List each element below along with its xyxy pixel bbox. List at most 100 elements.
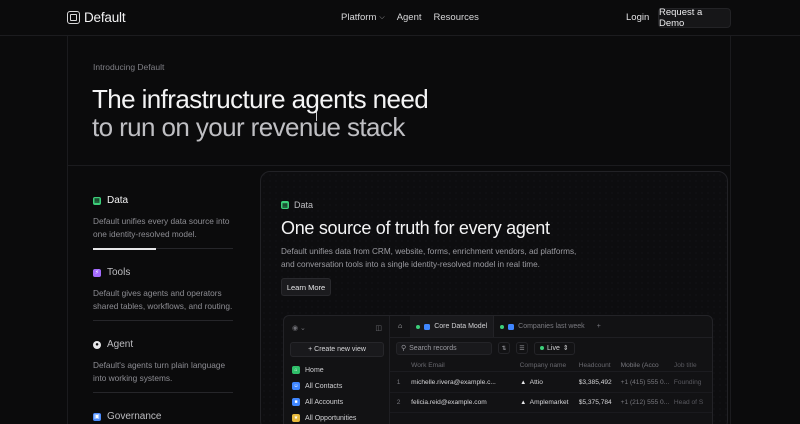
feature-agent[interactable]: ● Agent Default's agents turn plain lang… [93, 339, 233, 393]
cell-email: michelle.rivera@example.c... [411, 379, 496, 386]
row-number: 2 [396, 399, 401, 406]
column-header[interactable]: Mobile (Acco [621, 362, 674, 369]
logo-text: Default [84, 10, 126, 25]
add-tab-icon[interactable]: + [591, 316, 607, 337]
section-divider [67, 165, 731, 166]
table-row[interactable]: 2 felicia.reid@example.com ▲ Amplemarket… [390, 393, 712, 413]
accounts-icon: ■ [292, 398, 300, 406]
logo-icon [67, 11, 80, 24]
nav-link-agent[interactable]: Agent [397, 12, 422, 23]
feature-governance[interactable]: ▣ Governance [93, 411, 233, 422]
column-header[interactable]: Headcount [579, 362, 621, 369]
nav-link-platform[interactable]: Platform ⌵ [341, 12, 385, 23]
app-toolbar: ⚲ Search records ⇅ ☰ Live ⇕ [390, 338, 712, 358]
feature-description: Default gives agents and operators share… [93, 288, 233, 311]
create-view-button[interactable]: + Create new view [290, 342, 384, 357]
hero-title-line-2: to run on your revenue stack [92, 112, 405, 142]
feature-data[interactable]: ▦ Data Default unifies every data source… [93, 195, 233, 250]
column-header[interactable]: Job title [674, 362, 712, 369]
amplemarket-logo-icon: ▲ [520, 399, 527, 406]
company-name: Attio [529, 379, 543, 386]
nav-link-resources[interactable]: Resources [434, 12, 479, 23]
row-number: 1 [396, 379, 401, 386]
feature-divider [93, 392, 233, 393]
tab-label: Companies last week [518, 323, 585, 330]
home-icon: ⌂ [292, 366, 300, 374]
nav-link-label: Platform [341, 12, 377, 23]
frame-line-left [67, 36, 68, 424]
search-icon: ⚲ [401, 345, 407, 352]
workspace-icon[interactable]: ◉ ⌄ [292, 324, 306, 332]
cell-phone: +1 (415) 555 0... [620, 379, 670, 386]
live-label: Live [547, 344, 560, 352]
text-cursor-icon [316, 112, 321, 121]
hero-title-line-1: The infrastructure agents need [92, 84, 429, 114]
sidebar-item-contacts[interactable]: ☺ All Contacts [292, 382, 342, 390]
frame-line-right [730, 36, 731, 424]
sort-icon[interactable]: ⇅ [498, 342, 510, 354]
attio-logo-icon: ▲ [520, 379, 527, 386]
agent-icon: ● [93, 340, 101, 349]
cell-title: Head of S [673, 399, 704, 406]
feature-tools[interactable]: ⚡ Tools Default gives agents and operato… [93, 267, 233, 321]
cell-company: ▲ Amplemarket [520, 399, 579, 406]
shield-icon: ▣ [93, 412, 101, 421]
hero-eyebrow: Introducing Default [93, 62, 165, 72]
live-dot-icon [416, 324, 421, 329]
feature-description: Default's agents turn plain language int… [93, 360, 226, 383]
table-icon: ▦ [281, 201, 289, 209]
contacts-icon: ☺ [292, 382, 300, 390]
feature-title: Data [107, 195, 129, 206]
feature-description: Default unifies every data source into o… [93, 216, 230, 239]
learn-more-button[interactable]: Learn More [281, 278, 331, 296]
login-link[interactable]: Login [626, 12, 649, 23]
logo[interactable]: Default [67, 10, 126, 25]
sidebar-item-label: All Accounts [305, 398, 344, 406]
sidebar-item-label: All Contacts [305, 382, 343, 390]
feature-title: Tools [107, 267, 131, 278]
tab-companies-last-week[interactable]: Companies last week [494, 316, 591, 337]
card-tag: ▦ Data [281, 200, 313, 210]
table-icon [424, 323, 431, 330]
request-demo-button[interactable]: Request a Demo [658, 7, 731, 29]
cell-headcount: $5,375,784 [578, 399, 612, 406]
card-title: One source of truth for every agent [281, 218, 550, 238]
tab-core-data-model[interactable]: Core Data Model [410, 316, 495, 337]
live-select[interactable]: Live ⇕ [534, 341, 575, 355]
cell-company: ▲ Attio [520, 379, 579, 386]
sidebar-header: ◉ ⌄ ◫ [292, 324, 382, 332]
table-icon [508, 323, 515, 330]
table-icon: ▦ [93, 196, 101, 205]
app-tabs: ⌂ Core Data Model Companies last week + [390, 316, 712, 338]
top-nav: Default Platform ⌵ Agent Resources Login … [0, 0, 800, 36]
column-header[interactable]: Company name [520, 362, 579, 369]
app-sidebar: ◉ ⌄ ◫ + Create new view ⌂ Home ☺ All Con… [284, 316, 390, 424]
company-name: Amplemarket [529, 399, 569, 406]
table-row[interactable]: 1 michelle.rivera@example.c... ▲ Attio $… [390, 373, 712, 393]
progress-fill [93, 247, 156, 250]
cell-title: Founding [673, 379, 702, 386]
feature-progress [93, 247, 233, 250]
search-input[interactable]: ⚲ Search records [396, 341, 492, 355]
column-header[interactable]: Work Email [407, 362, 520, 369]
sidebar-item-home[interactable]: ⌂ Home [292, 366, 324, 374]
tab-label: Core Data Model [434, 323, 488, 330]
cell-email: felicia.reid@example.com [411, 399, 487, 406]
opportunities-icon: ★ [292, 414, 300, 422]
card-description: Default unifies data from CRM, website, … [281, 247, 577, 269]
feature-divider [93, 320, 233, 321]
live-dot-icon [500, 324, 505, 329]
sidebar-item-accounts[interactable]: ■ All Accounts [292, 398, 343, 406]
sidebar-item-opportunities[interactable]: ★ All Opportunities [292, 414, 356, 422]
cell-phone: +1 (212) 555 0... [620, 399, 670, 406]
nav-links: Platform ⌵ Agent Resources [341, 12, 479, 23]
chevron-updown-icon: ⇕ [562, 345, 569, 352]
home-tab-icon[interactable]: ⌂ [390, 316, 410, 337]
chevron-down-icon: ⌵ [379, 13, 385, 21]
search-placeholder: Search records [409, 344, 457, 352]
card-tag-label: Data [294, 200, 314, 210]
cell-headcount: $3,385,492 [578, 379, 612, 386]
sidebar-toggle-icon[interactable]: ◫ [375, 324, 382, 332]
feature-title: Agent [107, 339, 134, 350]
filter-icon[interactable]: ☰ [516, 342, 528, 354]
